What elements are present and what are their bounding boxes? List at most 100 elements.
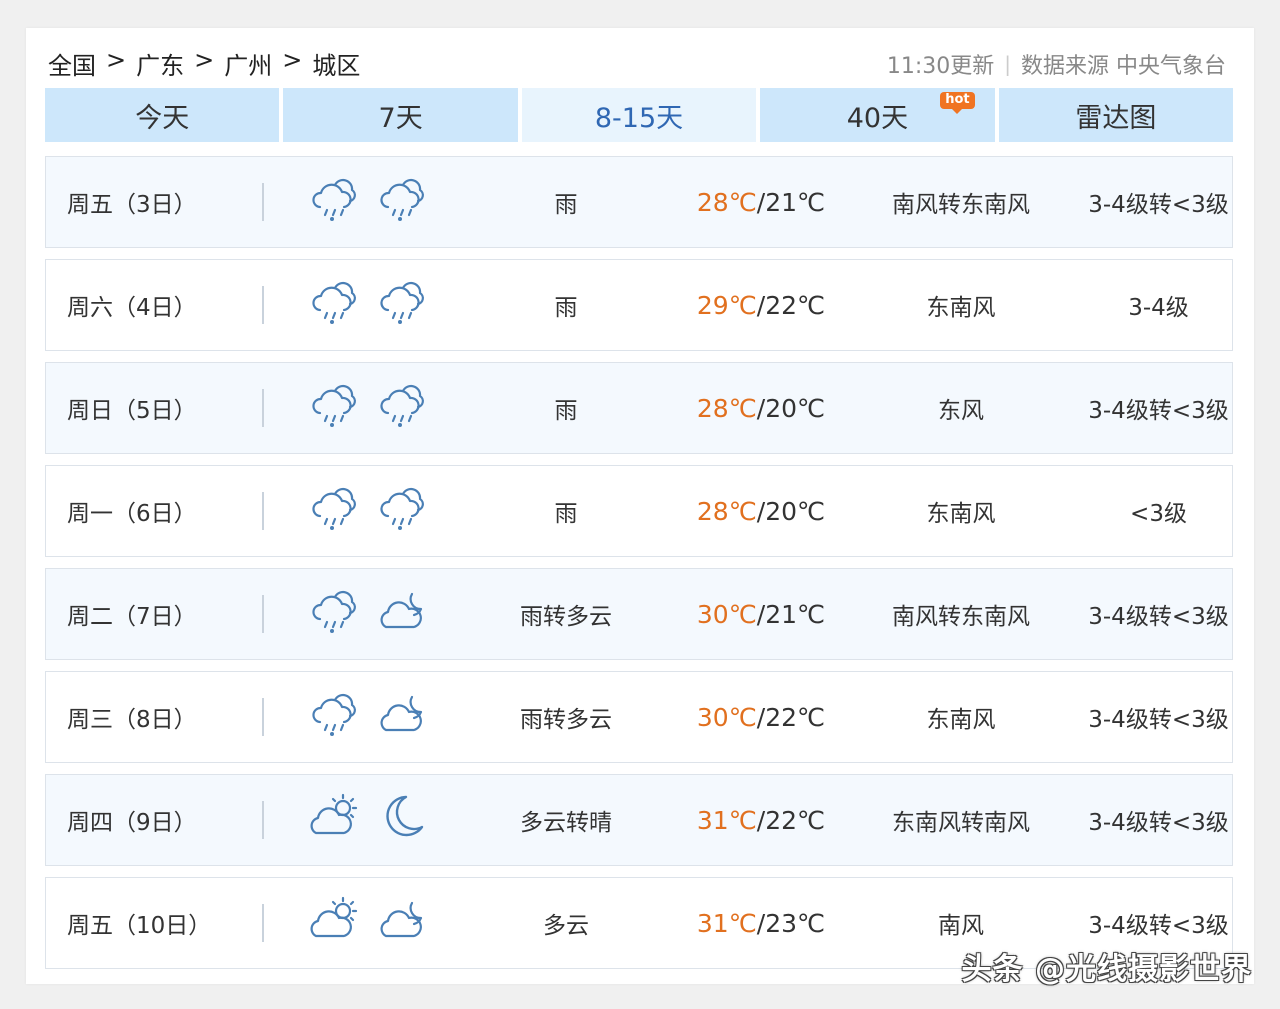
- data-source-info: 11:30更新 | 数据来源 中央气象台: [887, 48, 1226, 80]
- tab-label: 8-15天: [594, 102, 684, 134]
- breadcrumb: 全国 > 广东 > 广州 > 城区: [48, 46, 360, 81]
- moon-icon: [376, 791, 428, 849]
- rain-cloud-icon: [376, 482, 428, 540]
- temperature-range: 28℃/20℃: [666, 363, 856, 453]
- top-bar: 全国 > 广东 > 广州 > 城区 11:30更新 | 数据来源 中央气象台: [46, 46, 1226, 82]
- rain-cloud-icon: [376, 379, 428, 437]
- high-temperature: 28℃: [696, 496, 757, 526]
- forecast-row: 周六（4日） 雨 29℃/22℃ 东南风 3-4级: [45, 259, 1233, 351]
- wind-level: 3-4级转<3级: [1088, 192, 1229, 218]
- breadcrumb-separator: >: [106, 46, 127, 74]
- low-temperature: /22℃: [756, 702, 826, 732]
- high-temperature: 30℃: [696, 599, 757, 629]
- update-time: 11:30更新: [886, 54, 995, 79]
- forecast-row: 周四（9日） 多云转晴 31℃/22℃ 东南风转南风 3-4级转<3级: [45, 774, 1233, 866]
- tab-label: 今天: [135, 102, 190, 134]
- breadcrumb-guangdong[interactable]: 广东: [136, 46, 184, 81]
- high-temperature: 28℃: [696, 393, 757, 423]
- temperature-range: 28℃/21℃: [666, 157, 856, 247]
- weather-icons: [308, 363, 428, 453]
- wind-direction: 南风转东南风: [892, 192, 1030, 218]
- temperature-range: 31℃/23℃: [666, 878, 856, 968]
- wind-direction: 南风转东南风: [892, 604, 1030, 630]
- tab-radar[interactable]: 雷达图: [998, 88, 1234, 142]
- weather-description: 雨转多云: [520, 707, 612, 733]
- day-label: 周四（9日）: [67, 810, 197, 836]
- temperature-range: 31℃/22℃: [666, 775, 856, 865]
- day-label: 周日（5日）: [67, 398, 197, 424]
- rain-cloud-icon: [308, 379, 360, 437]
- weather-panel: 全国 > 广东 > 广州 > 城区 11:30更新 | 数据来源 中央气象台 今…: [26, 28, 1254, 984]
- hot-badge: hot: [940, 92, 975, 114]
- breadcrumb-guangzhou[interactable]: 广州: [224, 46, 272, 81]
- tab-today[interactable]: 今天: [45, 88, 280, 142]
- wind-level: 3-4级转<3级: [1088, 398, 1229, 424]
- wind-level: 3-4级转<3级: [1088, 810, 1229, 836]
- tab-7-days[interactable]: 7天: [283, 88, 518, 142]
- breadcrumb-separator: >: [194, 46, 215, 74]
- data-source: 数据来源 中央气象台: [1021, 54, 1226, 79]
- weather-icons: [308, 775, 428, 865]
- tab-label: 7天: [378, 102, 423, 134]
- high-temperature: 30℃: [696, 702, 757, 732]
- wind-level: <3级: [1130, 501, 1187, 527]
- low-temperature: /20℃: [756, 393, 826, 423]
- breadcrumb-national[interactable]: 全国: [48, 46, 96, 81]
- weather-icons: [308, 878, 428, 968]
- low-temperature: /21℃: [756, 187, 826, 217]
- tab-8-15-days[interactable]: 8-15天: [521, 88, 757, 142]
- source-separator: |: [1004, 52, 1011, 76]
- forecast-row: 周日（5日） 雨 28℃/20℃ 东风 3-4级转<3级: [45, 362, 1233, 454]
- cloudy-night-icon: [376, 585, 428, 643]
- temperature-range: 30℃/21℃: [666, 569, 856, 659]
- low-temperature: /21℃: [756, 599, 826, 629]
- day-label: 周一（6日）: [67, 501, 197, 527]
- high-temperature: 28℃: [696, 187, 757, 217]
- row-divider: [262, 698, 264, 736]
- breadcrumb-district: 城区: [312, 52, 361, 80]
- tab-40-days[interactable]: 40天 hot: [760, 88, 995, 142]
- cloudy-night-icon: [376, 688, 428, 746]
- wind-direction: 东南风转南风: [892, 810, 1030, 836]
- rain-cloud-icon: [308, 482, 360, 540]
- rain-cloud-icon: [376, 173, 428, 231]
- tab-label: 40天: [846, 102, 909, 134]
- temperature-range: 30℃/22℃: [666, 672, 856, 762]
- wind-level: 3-4级转<3级: [1088, 604, 1229, 630]
- weather-description: 雨: [554, 398, 578, 424]
- weather-description: 雨: [554, 192, 578, 218]
- weather-icons: [308, 466, 428, 556]
- wind-direction: 东南风: [926, 295, 996, 321]
- wind-level: 3-4级转<3级: [1088, 707, 1229, 733]
- rain-cloud-icon: [308, 276, 360, 334]
- day-label: 周二（7日）: [67, 604, 197, 630]
- weather-icons: [308, 672, 428, 762]
- forecast-row: 周一（6日） 雨 28℃/20℃ 东南风 <3级: [45, 465, 1233, 557]
- row-divider: [262, 595, 264, 633]
- weather-description: 雨: [554, 501, 578, 527]
- rain-cloud-icon: [308, 585, 360, 643]
- row-divider: [262, 286, 264, 324]
- day-label: 周五（10日）: [67, 913, 212, 939]
- partly-cloudy-day-icon: [308, 791, 360, 849]
- high-temperature: 29℃: [696, 290, 757, 320]
- temperature-range: 29℃/22℃: [666, 260, 856, 350]
- cloudy-night-icon: [376, 894, 428, 952]
- partly-cloudy-day-icon: [308, 894, 360, 952]
- low-temperature: /23℃: [756, 908, 826, 938]
- wind-direction: 东南风: [926, 707, 996, 733]
- row-divider: [262, 183, 264, 221]
- weather-description: 雨转多云: [520, 604, 612, 630]
- forecast-list: 周五（3日）雨 28℃/21℃ 南风转东南风 3-4级转<3级 周六（4日）雨 29℃/2…: [45, 156, 1233, 980]
- high-temperature: 31℃: [696, 805, 757, 835]
- forecast-row: 周二（7日） 雨转多云 30℃/21℃ 南风转东南风 3-4级转<3级: [45, 568, 1233, 660]
- day-label: 周五（3日）: [67, 192, 197, 218]
- row-divider: [262, 389, 264, 427]
- day-label: 周三（8日）: [67, 707, 197, 733]
- weather-icons: [308, 260, 428, 350]
- breadcrumb-separator: >: [282, 46, 303, 74]
- row-divider: [262, 801, 264, 839]
- low-temperature: /22℃: [756, 805, 826, 835]
- rain-cloud-icon: [308, 173, 360, 231]
- weather-description: 雨: [554, 295, 578, 321]
